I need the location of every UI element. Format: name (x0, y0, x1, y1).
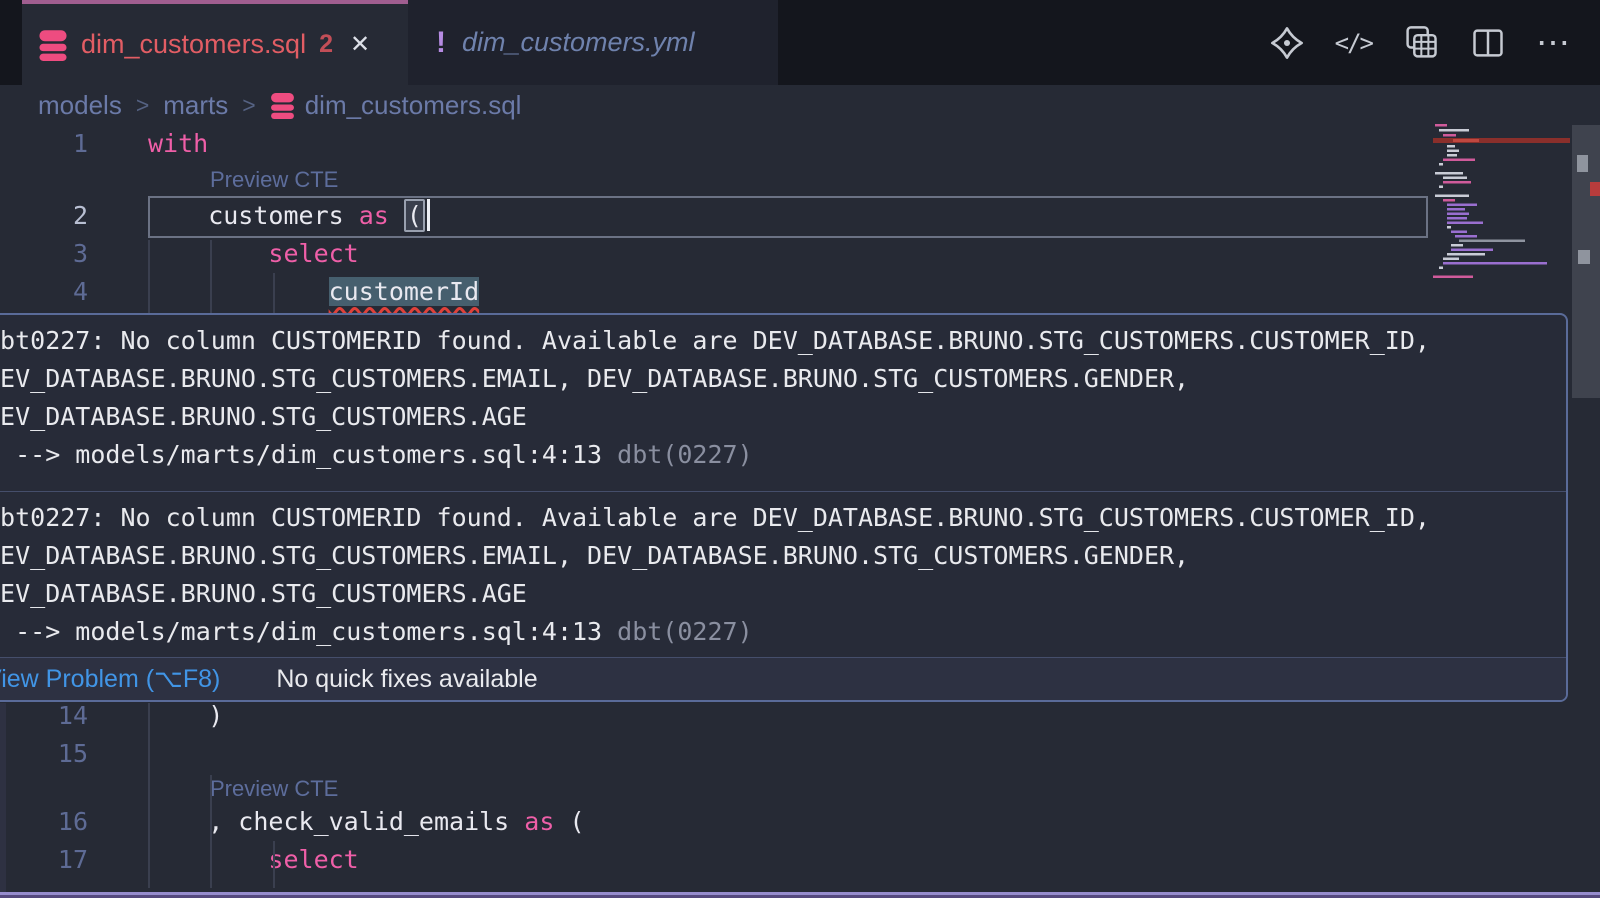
line-number: 14 (0, 697, 88, 735)
code-lens-preview-cte[interactable]: Preview CTE (210, 166, 338, 194)
line-number: 16 (0, 803, 88, 841)
code-text: customerId (148, 273, 479, 311)
line-number: 17 (0, 841, 88, 879)
code-text: , check_valid_emails as ( (148, 803, 585, 841)
editor-left-edge (0, 703, 6, 892)
text-cursor (427, 199, 430, 231)
code-line[interactable]: 2 customers as ( (0, 197, 1433, 235)
error-message-block: dbt0227: No column CUSTOMERID found. Ava… (0, 315, 1566, 492)
editor-window: dim_customers.sql 2 ✕ ! dim_customers.ym… (0, 0, 1600, 898)
code-line[interactable]: 16 , check_valid_emails as ( (0, 803, 1433, 841)
line-number: 4 (0, 273, 88, 311)
overview-ruler-marker (1590, 182, 1600, 196)
code-line[interactable]: 1 with (0, 125, 1433, 163)
line-number: 3 (0, 235, 88, 273)
code-line[interactable]: 15 (0, 735, 1433, 773)
code-text: with (148, 125, 208, 163)
overview-ruler-marker (1577, 155, 1588, 172)
no-quick-fixes-text: No quick fixes available (276, 665, 537, 694)
code-line[interactable]: 3 select (0, 235, 1433, 273)
line-number: 2 (0, 197, 88, 235)
error-hover-popup: dbt0227: No column CUSTOMERID found. Ava… (0, 313, 1568, 702)
error-location-line: --> models/marts/dim_customers.sql:4:13 … (0, 613, 1566, 651)
indent-guide (210, 240, 212, 313)
error-location-line: --> models/marts/dim_customers.sql:4:13 … (0, 436, 1566, 474)
error-source: dbt(0227) (617, 617, 752, 646)
code-line[interactable]: 14 ) (0, 697, 1433, 735)
error-message-line: DEV_DATABASE.BRUNO.STG_CUSTOMERS.EMAIL, … (0, 360, 1566, 398)
code-text: ) (148, 697, 223, 735)
indent-guide (148, 703, 150, 888)
error-source: dbt(0227) (617, 440, 752, 469)
line-number: 15 (0, 735, 88, 773)
hover-status-bar: View Problem (⌥F8) No quick fixes availa… (0, 658, 1566, 700)
code-line[interactable]: 4 customerId (0, 273, 1433, 311)
error-message-line: DEV_DATABASE.BRUNO.STG_CUSTOMERS.AGE (0, 575, 1566, 613)
error-message-line: DEV_DATABASE.BRUNO.STG_CUSTOMERS.EMAIL, … (0, 537, 1566, 575)
error-message-line: dbt0227: No column CUSTOMERID found. Ava… (0, 322, 1566, 360)
panel-top-border (0, 892, 1600, 898)
error-message-line: dbt0227: No column CUSTOMERID found. Ava… (0, 499, 1566, 537)
indent-guide (273, 841, 275, 888)
code-text: customers as ( (148, 197, 430, 235)
overview-ruler-marker (1578, 250, 1590, 264)
indent-guide (210, 775, 212, 888)
view-problem-link[interactable]: View Problem (⌥F8) (0, 664, 220, 694)
minimap[interactable] (1433, 124, 1570, 296)
error-message-block: dbt0227: No column CUSTOMERID found. Ava… (0, 492, 1566, 658)
code-line[interactable]: 17 select (0, 841, 1433, 879)
code-text: select (148, 235, 359, 273)
indent-guide (273, 273, 275, 313)
code-text: select (148, 841, 359, 879)
indent-guide (148, 240, 150, 313)
line-number: 1 (0, 125, 88, 163)
error-message-line: DEV_DATABASE.BRUNO.STG_CUSTOMERS.AGE (0, 398, 1566, 436)
code-lens-preview-cte[interactable]: Preview CTE (210, 775, 338, 803)
